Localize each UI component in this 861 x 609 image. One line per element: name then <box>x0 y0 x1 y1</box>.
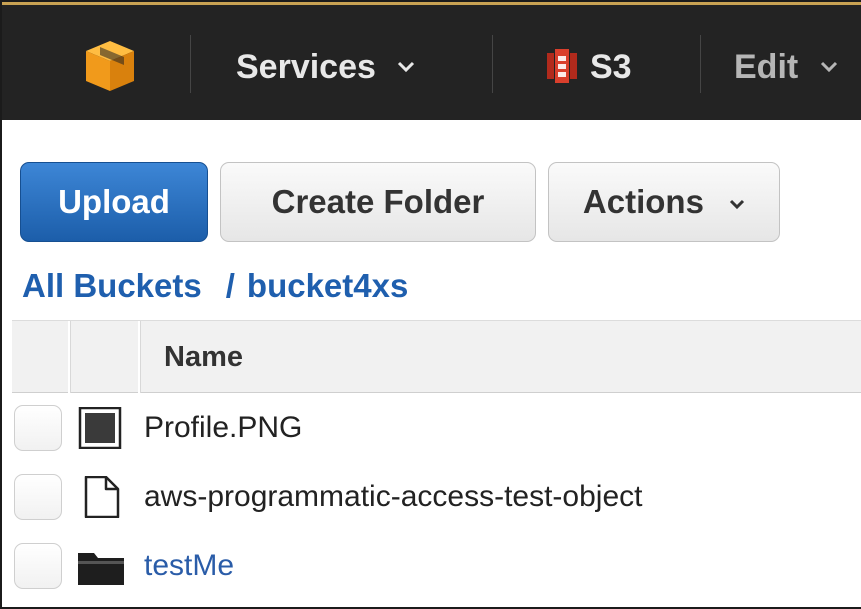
nav-separator <box>492 35 493 93</box>
edit-menu[interactable]: Edit <box>734 45 838 87</box>
name-column-header[interactable] <box>140 321 861 393</box>
document-icon <box>84 476 120 518</box>
name-column-label: Name <box>164 341 243 373</box>
icon-column-header <box>70 321 140 393</box>
objects-table: Name Profile.PNG aws-programmatic-access… <box>12 320 861 607</box>
chevron-down-icon <box>730 199 745 209</box>
s3-nav-link[interactable]: S3 <box>590 45 632 87</box>
aws-cube-logo-icon[interactable] <box>82 37 138 93</box>
edit-label: Edit <box>734 48 799 87</box>
breadcrumb: All Buckets / bucket4xs <box>22 266 408 306</box>
select-column-header <box>12 321 70 393</box>
file-name[interactable]: aws-programmatic-access-test-object <box>144 477 642 517</box>
row-select-checkbox[interactable] <box>14 405 62 451</box>
nav-separator <box>700 35 701 93</box>
table-row[interactable]: aws-programmatic-access-test-object <box>12 462 861 532</box>
create-folder-button[interactable]: Create Folder <box>220 162 536 242</box>
chevron-down-icon <box>398 61 415 73</box>
breadcrumb-separator: / <box>225 267 235 304</box>
services-label: Services <box>236 48 376 87</box>
s3-console-window: Services S3 Edit Upload Create Folder Ac… <box>0 0 861 609</box>
nav-separator <box>190 35 191 93</box>
row-select-checkbox[interactable] <box>14 474 62 520</box>
upload-button[interactable]: Upload <box>20 162 208 242</box>
services-menu[interactable]: Services <box>236 45 415 87</box>
s3-label: S3 <box>590 48 632 87</box>
folder-icon <box>78 553 124 585</box>
top-navigation-bar: Services S3 Edit <box>2 2 861 120</box>
table-header: Name <box>12 320 861 393</box>
file-name[interactable]: Profile.PNG <box>144 408 302 448</box>
table-row[interactable]: testMe <box>12 531 861 601</box>
table-row[interactable]: Profile.PNG <box>12 393 861 463</box>
image-file-icon <box>78 407 122 449</box>
breadcrumb-bucket-link[interactable]: bucket4xs <box>247 267 408 304</box>
actions-label: Actions <box>582 183 704 220</box>
actions-dropdown-button[interactable]: Actions <box>548 162 780 242</box>
row-select-checkbox[interactable] <box>14 543 62 589</box>
folder-name-link[interactable]: testMe <box>144 546 234 586</box>
breadcrumb-all-buckets-link[interactable]: All Buckets <box>22 267 202 304</box>
s3-service-icon[interactable] <box>544 49 580 83</box>
chevron-down-icon <box>820 61 837 73</box>
